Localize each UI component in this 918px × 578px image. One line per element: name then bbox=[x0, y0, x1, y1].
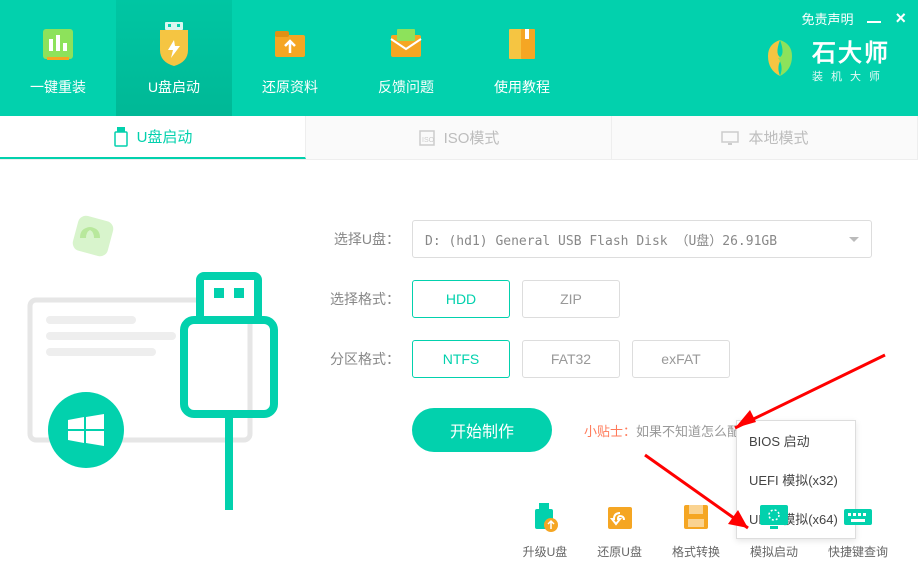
action-label: 模拟启动 bbox=[750, 543, 798, 560]
format-hdd-button[interactable]: HDD bbox=[412, 280, 510, 318]
action-label: 快捷键查询 bbox=[828, 543, 888, 560]
bottom-actions: 升级U盘 还原U盘 格式转换 模拟启动 快捷键查询 bbox=[523, 497, 888, 560]
logo-text: 石大师 装机大师 bbox=[812, 33, 890, 84]
usb-upgrade-icon bbox=[525, 497, 565, 537]
nav-feedback[interactable]: 反馈问题 bbox=[348, 0, 464, 116]
app-window: 免责声明 × 一键重装 U盘启动 还原资料 反馈问题 bbox=[0, 0, 918, 578]
action-restore-usb[interactable]: 还原U盘 bbox=[597, 497, 642, 560]
tab-local-mode[interactable]: 本地模式 bbox=[612, 116, 918, 159]
action-upgrade-usb[interactable]: 升级U盘 bbox=[523, 497, 568, 560]
action-label: 还原U盘 bbox=[597, 543, 642, 560]
tab-iso-mode[interactable]: ISO ISO模式 bbox=[306, 116, 612, 159]
book-icon bbox=[497, 19, 547, 69]
format-zip-button[interactable]: ZIP bbox=[522, 280, 620, 318]
partition-exfat-button[interactable]: exFAT bbox=[632, 340, 730, 378]
folder-up-icon bbox=[265, 19, 315, 69]
title-bar-controls: 免责声明 × bbox=[801, 8, 906, 29]
minimize-button[interactable] bbox=[867, 11, 881, 26]
tab-label: ISO模式 bbox=[444, 127, 500, 148]
disclaimer-link[interactable]: 免责声明 bbox=[801, 9, 853, 28]
action-label: 格式转换 bbox=[672, 543, 720, 560]
row-select-format: 选择格式： HDD ZIP bbox=[320, 280, 878, 318]
iso-icon: ISO bbox=[418, 129, 436, 147]
nav-label: 使用教程 bbox=[494, 77, 550, 97]
simulate-icon bbox=[754, 497, 794, 537]
select-format-label: 选择格式： bbox=[320, 289, 400, 309]
brand-subtitle: 装机大师 bbox=[812, 68, 890, 84]
sub-tabs: U盘启动 ISO ISO模式 本地模式 bbox=[0, 116, 918, 160]
action-simulate-boot[interactable]: 模拟启动 bbox=[750, 497, 798, 560]
select-usb-label: 选择U盘： bbox=[320, 229, 400, 249]
dropdown-bios[interactable]: BIOS 启动 bbox=[737, 421, 855, 460]
usb-icon bbox=[113, 127, 129, 147]
nav-label: 反馈问题 bbox=[378, 77, 434, 97]
usb-restore-icon bbox=[600, 497, 640, 537]
nav-label: U盘启动 bbox=[148, 77, 200, 97]
header: 免责声明 × 一键重装 U盘启动 还原资料 反馈问题 bbox=[0, 0, 918, 116]
row-partition-format: 分区格式： NTFS FAT32 exFAT bbox=[320, 340, 878, 378]
tab-label: U盘启动 bbox=[137, 126, 193, 147]
mail-icon bbox=[381, 19, 431, 69]
nav-tutorial[interactable]: 使用教程 bbox=[464, 0, 580, 116]
tip-prefix: 小贴士： bbox=[584, 424, 636, 439]
save-icon bbox=[676, 497, 716, 537]
nav-reinstall[interactable]: 一键重装 bbox=[0, 0, 116, 116]
row-select-usb: 选择U盘： D: (hd1) General USB Flash Disk （U… bbox=[320, 220, 878, 258]
bar-chart-icon bbox=[33, 19, 83, 69]
nav-restore-data[interactable]: 还原资料 bbox=[232, 0, 348, 116]
partition-ntfs-button[interactable]: NTFS bbox=[412, 340, 510, 378]
usb-select[interactable]: D: (hd1) General USB Flash Disk （U盘）26.9… bbox=[412, 220, 872, 258]
logo-icon bbox=[758, 36, 802, 80]
nav-usb-boot[interactable]: U盘启动 bbox=[116, 0, 232, 116]
action-shortcut-query[interactable]: 快捷键查询 bbox=[828, 497, 888, 560]
monitor-icon bbox=[720, 130, 740, 146]
partition-fat32-button[interactable]: FAT32 bbox=[522, 340, 620, 378]
minimize-icon bbox=[867, 21, 881, 23]
action-label: 升级U盘 bbox=[523, 543, 568, 560]
illustration bbox=[0, 180, 300, 500]
partition-label: 分区格式： bbox=[320, 349, 400, 369]
action-format-convert[interactable]: 格式转换 bbox=[672, 497, 720, 560]
keyboard-icon bbox=[838, 497, 878, 537]
svg-text:ISO: ISO bbox=[422, 137, 435, 144]
usb-shield-icon bbox=[149, 19, 199, 69]
tab-label: 本地模式 bbox=[748, 127, 808, 148]
start-button[interactable]: 开始制作 bbox=[412, 408, 552, 452]
content-area: 选择U盘： D: (hd1) General USB Flash Disk （U… bbox=[0, 160, 918, 578]
close-button[interactable]: × bbox=[895, 8, 906, 29]
brand-name: 石大师 bbox=[812, 33, 890, 68]
dropdown-uefi32[interactable]: UEFI 模拟(x32) bbox=[737, 460, 855, 499]
tab-usb-boot[interactable]: U盘启动 bbox=[0, 116, 306, 159]
nav-label: 一键重装 bbox=[30, 77, 86, 97]
nav-label: 还原资料 bbox=[262, 77, 318, 97]
